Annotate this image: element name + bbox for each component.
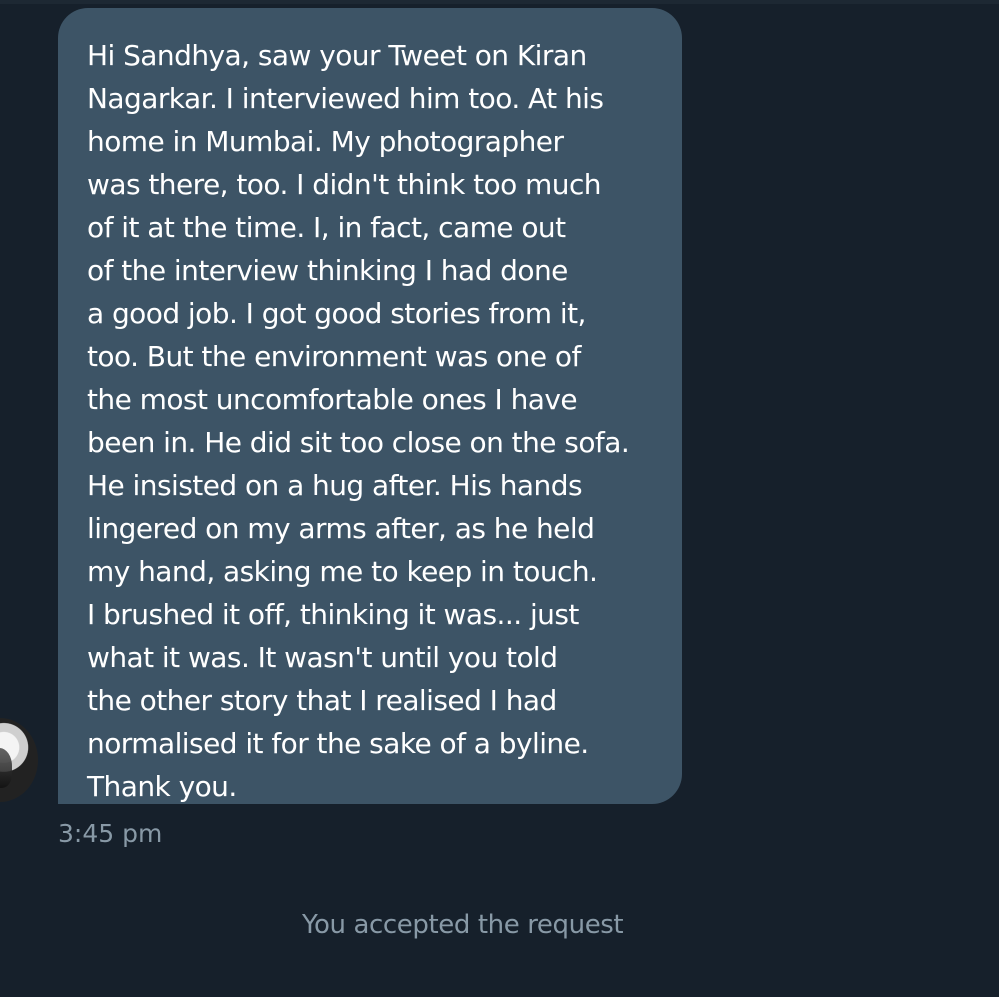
message-line-1: Hi Sandhya, saw your Tweet on Kiran	[87, 39, 587, 72]
message-line-17: normalised it for the sake of a byline.	[87, 727, 589, 760]
message-line-8: too. But the environment was one of	[87, 340, 581, 373]
top-divider	[0, 0, 999, 4]
message-timestamp: 3:45 pm	[58, 819, 163, 848]
message-line-11: He insisted on a hug after. His hands	[87, 469, 583, 502]
message-line-4: was there, too. I didn't think too much	[87, 168, 602, 201]
message-line-14: I brushed it off, thinking it was... jus…	[87, 598, 579, 631]
message-line-12: lingered on my arms after, as he held	[87, 512, 595, 545]
received-message-bubble[interactable]: Hi Sandhya, saw your Tweet on Kiran Naga…	[58, 8, 682, 804]
message-line-13: my hand, asking me to keep in touch.	[87, 555, 598, 588]
sender-avatar[interactable]	[0, 718, 38, 802]
message-line-10: been in. He did sit too close on the sof…	[87, 426, 630, 459]
message-line-18: Thank you.	[87, 770, 237, 803]
message-line-5: of it at the time. I, in fact, came out	[87, 211, 566, 244]
message-line-2: Nagarkar. I interviewed him too. At his	[87, 82, 604, 115]
message-line-7: a good job. I got good stories from it,	[87, 297, 586, 330]
message-line-3: home in Mumbai. My photographer	[87, 125, 564, 158]
message-line-9: the most uncomfortable ones I have	[87, 383, 578, 416]
message-line-6: of the interview thinking I had done	[87, 254, 568, 287]
direct-message-screen: Hi Sandhya, saw your Tweet on Kiran Naga…	[0, 0, 999, 997]
request-accepted-note: You accepted the request	[302, 910, 624, 940]
message-line-16: the other story that I realised I had	[87, 684, 557, 717]
message-line-15: what it was. It wasn't until you told	[87, 641, 558, 674]
